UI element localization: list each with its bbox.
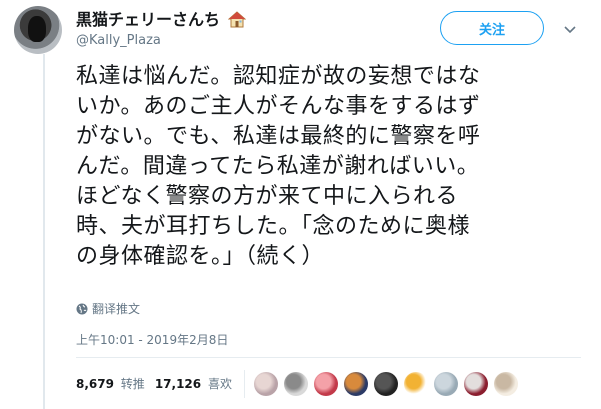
liker-avatar[interactable] <box>374 372 398 396</box>
tweet-text-line: ほどなく警察の方が来て中に入られる <box>76 184 459 209</box>
liker-avatar[interactable] <box>314 372 338 396</box>
timestamp[interactable]: 上午10:01 - 2019年2月8日 <box>76 331 228 348</box>
liker-avatar[interactable] <box>404 372 428 396</box>
stats-divider <box>244 370 245 398</box>
tweet-text: 私達は悩んだ。認知症が故の妄想ではな いか。あのご主人がそんな事をするはず がな… <box>76 62 576 272</box>
tweet-text-line: 私達は悩んだ。認知症が故の妄想ではな <box>76 64 481 89</box>
liker-avatar[interactable] <box>494 372 518 396</box>
engagement-stats: 8,679 转推 17,126 喜欢 <box>76 375 242 392</box>
chevron-down-icon[interactable] <box>563 22 577 36</box>
likes-label[interactable]: 喜欢 <box>208 377 232 391</box>
tweet-card: 黒猫チェリーさんち @Kally_Plaza 关注 私達は悩んだ。認知症が故の妄… <box>0 0 601 409</box>
follow-button[interactable]: 关注 <box>440 11 544 45</box>
translate-link[interactable]: 翻译推文 <box>76 300 140 317</box>
likes-stat[interactable]: 17,126 喜欢 <box>155 375 232 392</box>
liker-avatars <box>254 372 524 398</box>
likes-count[interactable]: 17,126 <box>155 377 201 391</box>
retweets-stat[interactable]: 8,679 转推 <box>76 375 145 392</box>
tweet-text-line: がない。でも、私達は最終的に警察を呼 <box>76 124 481 149</box>
user-header: 黒猫チェリーさんち @Kally_Plaza <box>76 10 246 50</box>
avatar[interactable] <box>14 6 62 54</box>
tweet-text-line: の身体確認を。」（続く） <box>76 244 325 269</box>
liker-avatar[interactable] <box>464 372 488 396</box>
translate-label[interactable]: 翻译推文 <box>92 300 140 317</box>
thread-line <box>43 54 45 409</box>
display-name[interactable]: 黒猫チェリーさんち <box>76 10 220 29</box>
liker-avatar[interactable] <box>254 372 278 396</box>
house-icon <box>227 11 246 28</box>
tweet-text-line: いか。あのご主人がそんな事をするはず <box>76 94 481 119</box>
liker-avatar[interactable] <box>284 372 308 396</box>
tweet-text-line: 時、夫が耳打ちした。「念のために奥様 <box>76 214 471 239</box>
tweet-text-line: んだ。間違ってたら私達が謝ればいい。 <box>76 154 480 179</box>
display-name-row[interactable]: 黒猫チェリーさんち <box>76 10 246 30</box>
liker-avatar[interactable] <box>434 372 458 396</box>
retweets-label[interactable]: 转推 <box>121 377 145 391</box>
liker-avatar[interactable] <box>344 372 368 396</box>
retweets-count[interactable]: 8,679 <box>76 377 114 391</box>
divider <box>76 357 581 358</box>
user-handle[interactable]: @Kally_Plaza <box>76 32 246 50</box>
globe-icon <box>76 303 88 314</box>
